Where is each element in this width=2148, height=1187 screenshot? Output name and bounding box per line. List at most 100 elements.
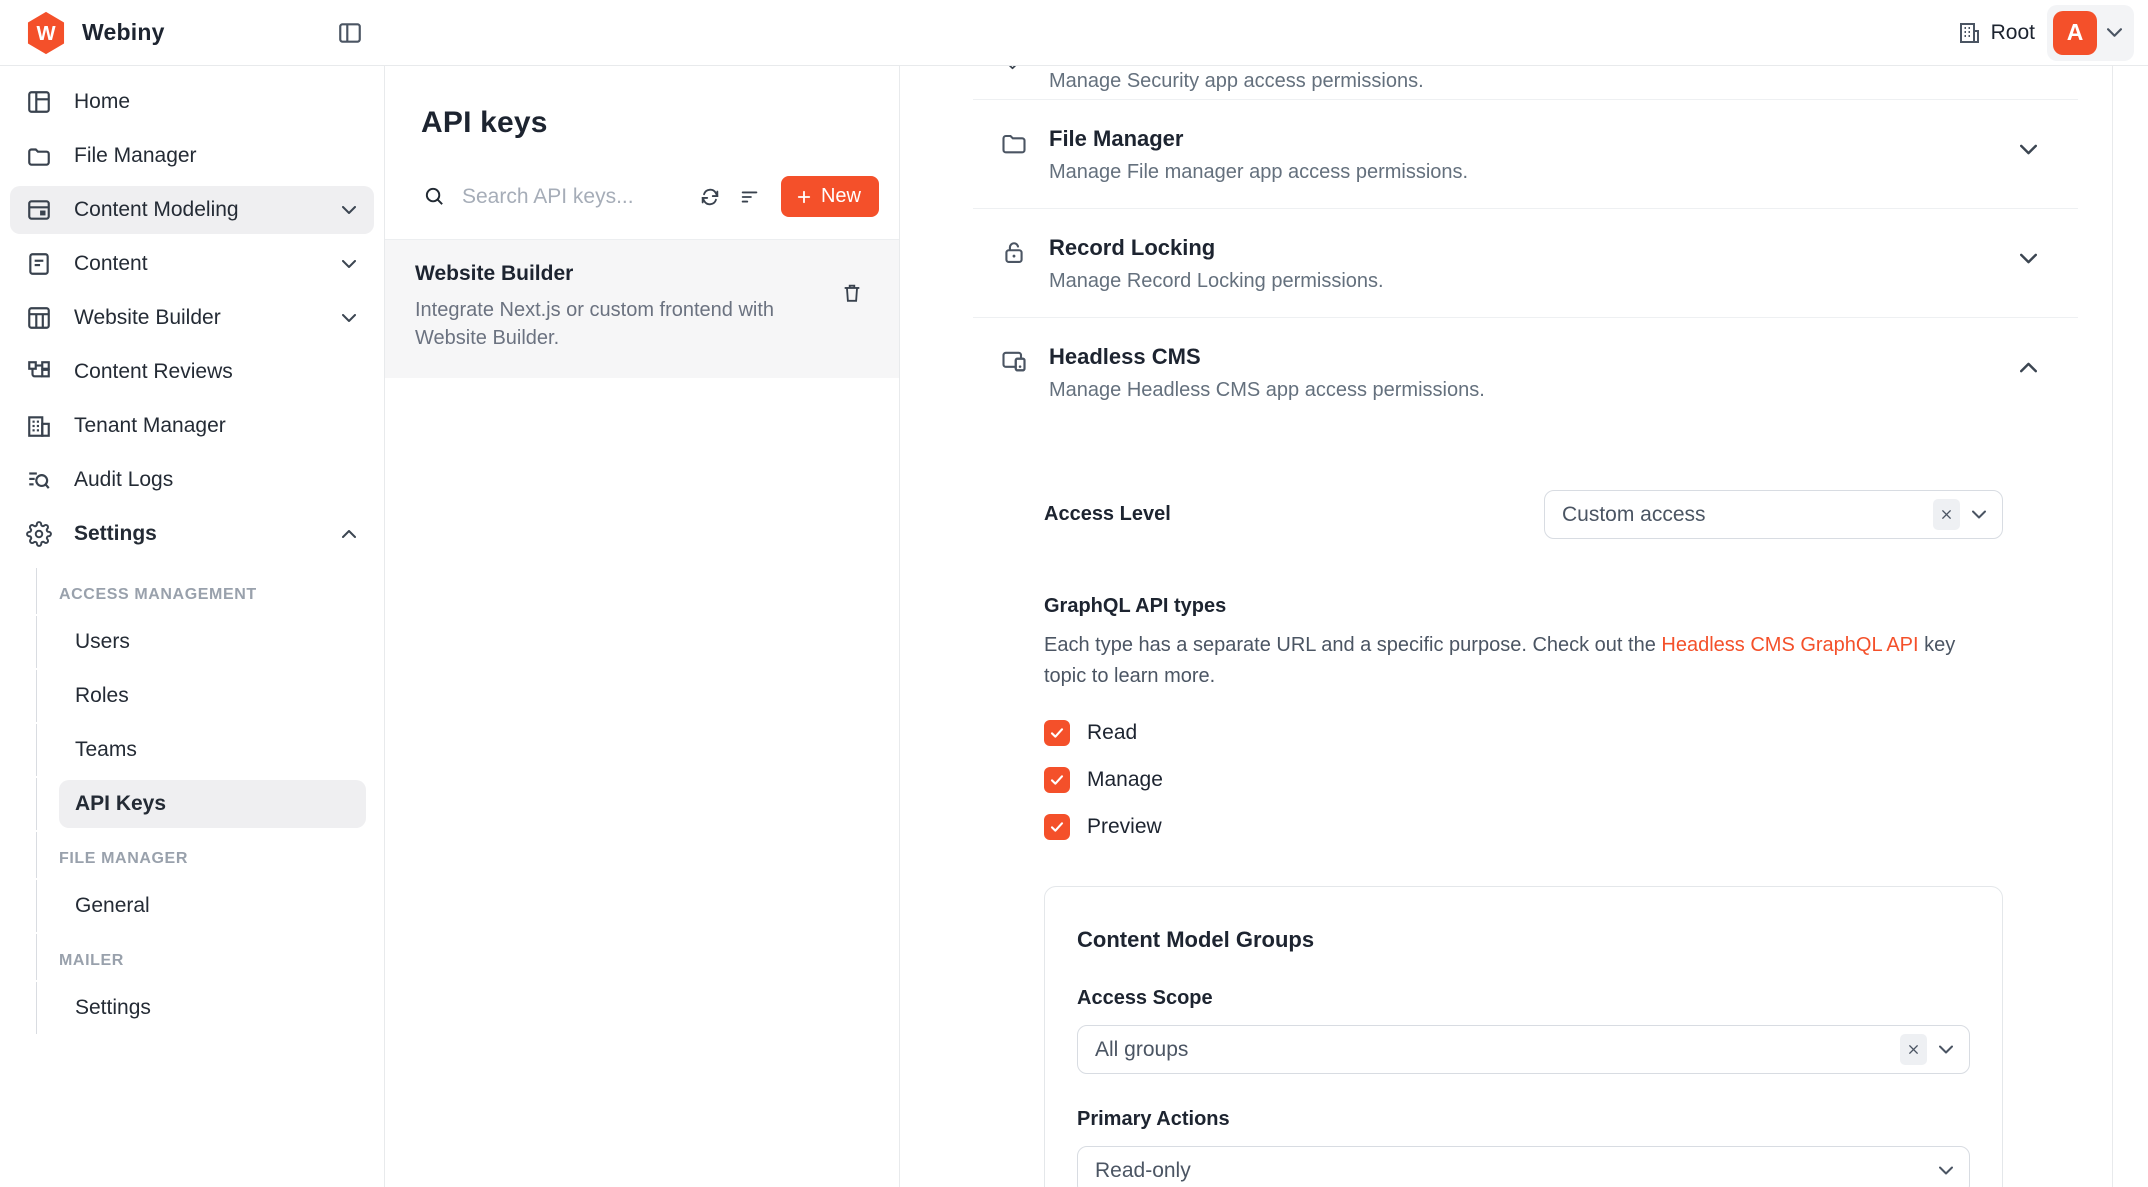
tenant-switcher[interactable]: Root: [1957, 21, 2035, 45]
chevron-down-icon[interactable]: [2020, 253, 2037, 264]
grid-columns-icon: [26, 305, 52, 331]
sidebar-item-roles[interactable]: Roles: [59, 672, 366, 720]
permission-row-security-partial[interactable]: Manage Security app access permissions.: [973, 66, 2078, 100]
access-scope-select[interactable]: All groups: [1077, 1025, 1970, 1074]
sidebar-item-label: Audit Logs: [74, 468, 356, 492]
primary-actions-label: Primary Actions: [1077, 1108, 1970, 1131]
access-level-select[interactable]: Custom access: [1544, 490, 2003, 539]
folder-icon: [1000, 129, 1028, 157]
chevron-down-icon[interactable]: [2020, 144, 2037, 155]
section-header-access-management: ACCESS MANAGEMENT: [36, 568, 374, 614]
sidebar-item-label: Content: [74, 252, 342, 276]
chevron-down-icon: [342, 260, 356, 268]
sidebar-item-audit-logs[interactable]: Audit Logs: [10, 456, 374, 504]
search-input[interactable]: [462, 185, 685, 209]
audit-search-icon: [26, 467, 52, 493]
headless-cms-graphql-api-link[interactable]: Headless CMS GraphQL API: [1661, 634, 1918, 656]
clear-icon[interactable]: [1900, 1034, 1927, 1065]
graphql-api-type-checkboxes: Read Manage Preview: [1044, 720, 2003, 840]
sort-icon[interactable]: [735, 182, 765, 212]
sidebar-item-home[interactable]: Home: [10, 78, 374, 126]
chevron-down-icon: [1939, 1166, 1953, 1175]
sidebar-item-label: Content Reviews: [74, 360, 356, 384]
section-header-file-manager: FILE MANAGER: [36, 832, 374, 878]
content-modeling-icon: [26, 197, 52, 223]
permission-row-title: Record Locking: [1049, 235, 1384, 261]
chevron-down-icon: [342, 314, 356, 322]
gear-icon: [26, 521, 52, 547]
sidebar-collapse-icon[interactable]: [337, 20, 363, 46]
search-icon: [423, 185, 446, 208]
section-header-mailer: MAILER: [36, 934, 374, 980]
sidebar-item-label: Website Builder: [74, 306, 342, 330]
graphql-api-types-description: Each type has a separate URL and a speci…: [1044, 630, 1984, 692]
sidebar-item-tenant-manager[interactable]: Tenant Manager: [10, 402, 374, 450]
graphql-api-types-section: GraphQL API types Each type has a separa…: [1044, 595, 2003, 692]
folder-icon: [26, 143, 52, 169]
settings-subtree: ACCESS MANAGEMENT Users Roles Teams API …: [36, 568, 374, 1034]
building-icon: [26, 413, 52, 439]
workflow-icon: [26, 359, 52, 385]
headless-cms-settings: Access Level Custom access GraphQL API t…: [1044, 490, 2003, 1187]
avatar: A: [2053, 11, 2097, 55]
lock-icon: [1000, 238, 1028, 266]
delete-icon[interactable]: [841, 282, 863, 304]
api-key-list-item[interactable]: Website Builder Integrate Next.js or cus…: [385, 240, 899, 378]
permissions-content: Manage Security app access permissions. …: [900, 66, 2148, 1187]
access-scope-label: Access Scope: [1077, 987, 1970, 1010]
access-scope-value: All groups: [1095, 1038, 1900, 1062]
new-api-key-button[interactable]: New: [781, 176, 879, 217]
sidebar-item-label: Home: [74, 90, 356, 114]
sidebar-item-teams[interactable]: Teams: [59, 726, 366, 774]
app-body: Home File Manager Content Modeling Conte…: [0, 66, 2148, 1187]
webiny-logo-icon: W: [24, 11, 68, 55]
sidebar-item-users[interactable]: Users: [59, 618, 366, 666]
checkbox-read[interactable]: Read: [1044, 720, 2003, 746]
primary-actions-select[interactable]: Read-only: [1077, 1146, 1970, 1187]
content-model-groups-title: Content Model Groups: [1077, 927, 1970, 953]
chevron-down-icon: [1004, 66, 1021, 74]
sidebar-item-api-keys[interactable]: API Keys: [59, 780, 366, 828]
account-menu[interactable]: A: [2047, 5, 2134, 61]
plus-icon: [795, 188, 813, 206]
checkbox-preview[interactable]: Preview: [1044, 814, 2003, 840]
sidebar-item-mailer-settings[interactable]: Settings: [59, 984, 366, 1032]
sidebar-item-content-reviews[interactable]: Content Reviews: [10, 348, 374, 396]
content-model-groups-card: Content Model Groups Access Scope All gr…: [1044, 886, 2003, 1187]
brand-name: Webiny: [82, 19, 165, 46]
sidebar-item-website-builder[interactable]: Website Builder: [10, 294, 374, 342]
sidebar-item-content[interactable]: Content: [10, 240, 374, 288]
sidebar-item-label: File Manager: [74, 144, 356, 168]
sidebar-item-label: Tenant Manager: [74, 414, 356, 438]
sidebar-item-file-manager[interactable]: File Manager: [10, 132, 374, 180]
permission-row-record-locking[interactable]: Record Locking Manage Record Locking per…: [973, 209, 2078, 318]
permission-row-title: File Manager: [1049, 126, 1468, 152]
clear-icon[interactable]: [1933, 499, 1960, 530]
chevron-up-icon[interactable]: [2020, 362, 2037, 373]
permission-row-description: Manage Headless CMS app access permissio…: [1049, 379, 1485, 402]
sidebar-item-general[interactable]: General: [59, 882, 366, 930]
svg-text:W: W: [36, 23, 56, 45]
sidebar-header: W Webiny: [0, 11, 385, 55]
checkbox-label: Manage: [1087, 768, 1163, 792]
checkbox-label: Preview: [1087, 815, 1162, 839]
chevron-up-icon: [342, 530, 356, 538]
checkbox-checked-icon: [1044, 767, 1070, 793]
checkbox-manage[interactable]: Manage: [1044, 767, 2003, 793]
permission-row-headless-cms[interactable]: Headless CMS Manage Headless CMS app acc…: [973, 318, 2078, 426]
sidebar-item-content-modeling[interactable]: Content Modeling: [10, 186, 374, 234]
permission-row-description: Manage Record Locking permissions.: [1049, 270, 1384, 293]
sidebar-item-label: Settings: [74, 522, 342, 546]
access-level-field: Access Level Custom access: [1044, 490, 2003, 539]
permission-accordion: Manage Security app access permissions. …: [973, 66, 2078, 426]
checkbox-checked-icon: [1044, 720, 1070, 746]
refresh-button[interactable]: [695, 182, 725, 212]
api-keys-panel: API keys New Website Builder Integrate N…: [385, 66, 900, 1187]
sidebar-item-settings[interactable]: Settings: [10, 510, 374, 558]
permission-row-file-manager[interactable]: File Manager Manage File manager app acc…: [973, 100, 2078, 209]
sidebar-item-label: Content Modeling: [74, 198, 342, 222]
app-header: W Webiny Root A: [0, 0, 2148, 66]
description-text: Each type has a separate URL and a speci…: [1044, 634, 1661, 656]
chevron-down-icon: [2107, 28, 2122, 37]
permission-row-title: Headless CMS: [1049, 344, 1485, 370]
